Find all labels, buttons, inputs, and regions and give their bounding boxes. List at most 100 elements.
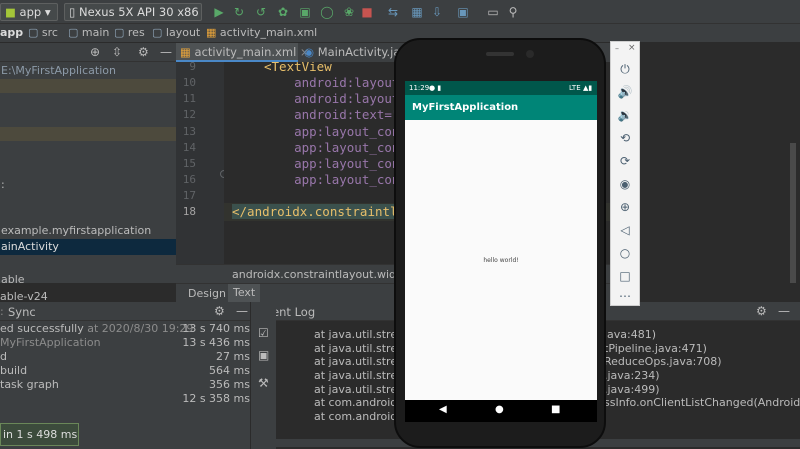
tree-item-package[interactable]: example.myfirstapplication: [0, 223, 176, 239]
gear-icon[interactable]: ⚙: [138, 45, 149, 59]
terminal-icon[interactable]: ▭: [486, 5, 500, 19]
crumb-layout[interactable]: ▢ layout: [152, 26, 200, 39]
gear-icon[interactable]: ⚙: [214, 304, 225, 318]
line-number: 11: [182, 92, 196, 105]
class-icon: ◉: [304, 45, 315, 59]
build-row[interactable]: task graph 356 ms: [0, 378, 250, 392]
folder-icon: ▢: [114, 26, 125, 39]
emulator-screen[interactable]: hello world!: [405, 81, 597, 422]
volume-down-icon[interactable]: 🔉: [611, 108, 639, 122]
tab-event-log[interactable]: Event Log: [276, 305, 315, 319]
editor-gutter: 9 10 11 12 13 14 15 16 17 18: [176, 60, 228, 264]
code-line: app:layout_con: [264, 172, 400, 187]
trash-icon[interactable]: ▣: [258, 348, 269, 362]
tab-text[interactable]: Text: [228, 284, 261, 302]
line-number: 15: [182, 157, 196, 170]
tree-item[interactable]: :: [0, 177, 176, 193]
minimize-icon[interactable]: –: [615, 44, 619, 53]
zoom-icon[interactable]: ⊕: [611, 200, 639, 214]
xml-file-icon: ▦: [180, 45, 191, 59]
power-icon[interactable]: ⏻: [611, 62, 639, 76]
rotate-right-icon[interactable]: ⟳: [611, 154, 639, 168]
wrench-icon[interactable]: ⚒: [258, 376, 269, 390]
tab-sync[interactable]: Sync: [8, 305, 36, 319]
log-line-tail: .java:234): [604, 369, 660, 382]
android-status-bar: 11:29 ● ▮ LTE ▲▮: [405, 81, 597, 95]
minimize-icon[interactable]: —: [778, 304, 790, 318]
crumb-src[interactable]: ▢ src: [28, 26, 58, 39]
code-line: app:layout_con: [264, 124, 400, 139]
rotate-left-icon[interactable]: ⟲: [611, 131, 639, 145]
apply-code-icon[interactable]: ↺: [254, 5, 268, 19]
recents-icon[interactable]: ■: [551, 404, 560, 415]
log-line-tail: ssInfo.onClientListChanged(AndroidProc: [604, 396, 800, 409]
crumb-res[interactable]: ▢ res: [114, 26, 145, 39]
event-log-toolstrip: ☑ ▣ ⚒: [250, 302, 276, 449]
notification-icon: ● ▮: [429, 84, 442, 92]
code-line: <TextView: [264, 62, 332, 74]
home-icon[interactable]: ●: [495, 404, 504, 415]
avd-manager-icon[interactable]: ▦: [410, 5, 424, 19]
project-panel: ⊕ ⇳ ⚙ — E:\MyFirstApplication : example.…: [0, 43, 176, 283]
network-label: LTE: [569, 84, 581, 92]
tab-design[interactable]: Design: [188, 287, 226, 300]
device-select[interactable]: ▯ Nexus 5X API 30 x86 ▾: [64, 3, 202, 21]
apply-changes-icon[interactable]: ↻: [232, 5, 246, 19]
line-number: 12: [182, 108, 196, 121]
check-icon[interactable]: ☑: [258, 326, 269, 340]
overview-icon[interactable]: □: [611, 269, 639, 283]
minimize-icon[interactable]: —: [236, 304, 248, 318]
profile-icon[interactable]: ◯: [320, 5, 334, 19]
highlight-row[interactable]: [0, 127, 176, 141]
crumb-main[interactable]: ▢ main: [68, 26, 109, 39]
search-icon[interactable]: ⚲: [506, 5, 520, 19]
collapse-icon[interactable]: ⇳: [112, 45, 122, 59]
more-icon[interactable]: ⋯: [611, 289, 639, 303]
android-nav-bar: ◀ ● ■: [405, 400, 597, 422]
log-line-tail: tPipeline.java:471): [604, 342, 707, 355]
back-icon[interactable]: ◀: [439, 404, 447, 415]
camera-icon[interactable]: ◉: [611, 177, 639, 191]
line-number: 13: [182, 125, 196, 138]
attach-icon[interactable]: ▣: [298, 5, 312, 19]
build-header: : Sync ⚙ —: [0, 302, 250, 321]
run-config-select[interactable]: ■ app ▾: [0, 3, 58, 21]
vertical-scrollbar[interactable]: [790, 143, 796, 283]
build-row[interactable]: build 564 ms: [0, 364, 250, 378]
highlight-row[interactable]: [0, 79, 176, 93]
build-row[interactable]: d 27 ms: [0, 350, 250, 364]
front-camera: [526, 50, 534, 58]
status-time: 11:29: [409, 84, 430, 92]
coverage-icon[interactable]: ❀: [342, 5, 356, 19]
build-row[interactable]: 12 s 358 ms: [0, 392, 250, 406]
app-bar-title: MyFirstApplication: [405, 95, 597, 120]
crumb-file[interactable]: ▦ activity_main.xml: [206, 26, 317, 39]
sdk-manager-icon[interactable]: ⇩: [430, 5, 444, 19]
sync-icon[interactable]: ⇆: [386, 5, 400, 19]
phone-icon: ▯: [69, 5, 76, 19]
build-row[interactable]: MyFirstApplication 13 s 436 ms: [0, 336, 250, 350]
project-structure-icon[interactable]: ▣: [456, 5, 470, 19]
tree-item-drawable[interactable]: able: [0, 272, 176, 283]
project-root[interactable]: E:\MyFirstApplication: [0, 63, 176, 79]
stop-icon[interactable]: ■: [360, 5, 374, 19]
line-number: 17: [182, 189, 196, 202]
close-icon[interactable]: ×: [628, 43, 636, 53]
build-toast[interactable]: in 1 s 498 ms.: [0, 423, 79, 446]
gear-icon[interactable]: ⚙: [756, 304, 767, 318]
crumb-app[interactable]: app: [0, 26, 23, 39]
project-panel-header: ⊕ ⇳ ⚙ —: [0, 43, 176, 62]
target-icon[interactable]: ⊕: [90, 45, 100, 59]
volume-up-icon[interactable]: 🔊: [611, 85, 639, 99]
code-line: android:text=": [264, 107, 400, 122]
log-line-tail: java:481): [604, 328, 657, 341]
run-icon[interactable]: ▶: [212, 5, 226, 19]
debug-icon[interactable]: ✿: [276, 5, 290, 19]
line-number: 18: [182, 205, 196, 218]
back-icon[interactable]: ◁: [611, 223, 639, 237]
build-row[interactable]: ed successfully at 2020/8/30 19:29 13 s …: [0, 322, 250, 336]
code-line: app:layout_con: [264, 140, 400, 155]
minimize-icon[interactable]: —: [160, 45, 172, 59]
home-icon[interactable]: ○: [611, 246, 639, 260]
tree-item-mainactivity[interactable]: ainActivity: [0, 239, 176, 255]
